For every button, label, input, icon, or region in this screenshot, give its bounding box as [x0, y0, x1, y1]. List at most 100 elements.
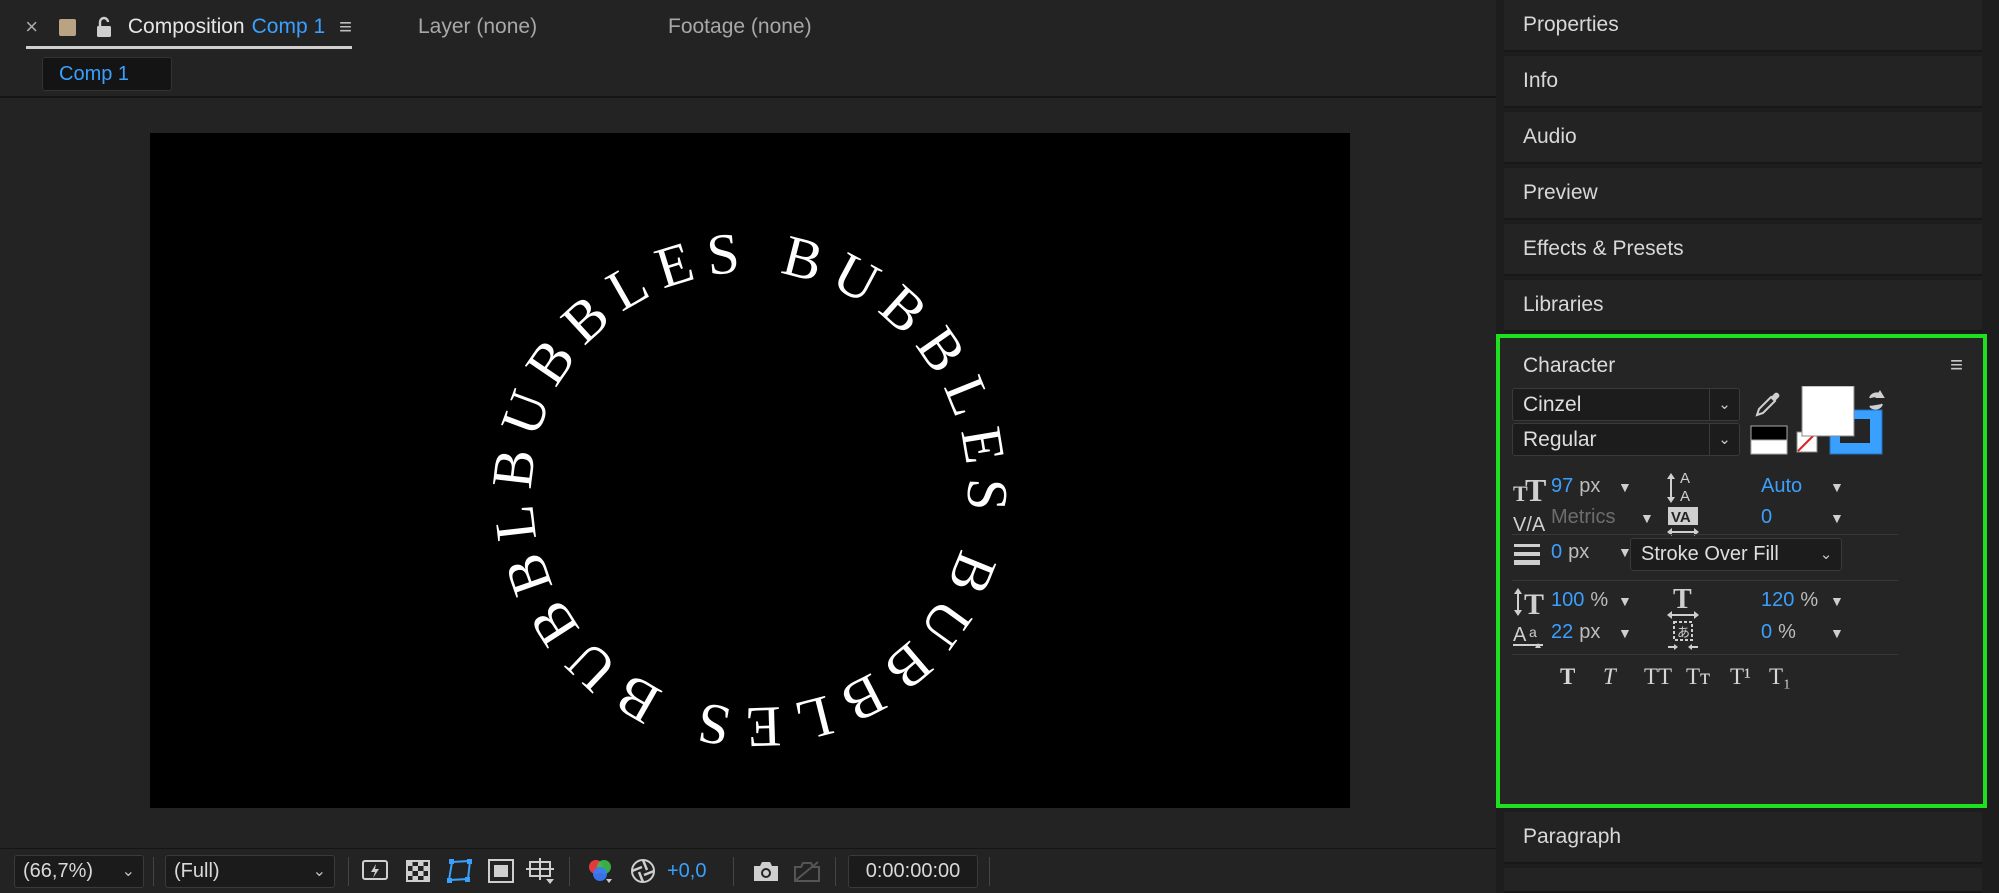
- font-size-value: 97: [1551, 475, 1574, 497]
- channel-rgb-icon[interactable]: [585, 857, 615, 885]
- tsume-value: 0: [1761, 621, 1773, 643]
- show-snapshot-icon[interactable]: [792, 857, 822, 885]
- small-caps-button[interactable]: Tт: [1686, 664, 1710, 690]
- composition-viewer[interactable]: BUBBLES BUBBLES BUBBLES BUBBLES: [6, 100, 1492, 848]
- panel-menu-icon[interactable]: ≡: [1950, 352, 1963, 378]
- current-time-display[interactable]: 0:00:00:00: [848, 855, 978, 888]
- panel-properties[interactable]: Properties: [1504, 0, 1982, 52]
- viewer-footer-toolbar: (66,7%) ⌄ (Full) ⌄ +0,0 0:00:00:00: [0, 848, 1496, 893]
- baseline-shift-dropdown-arrow[interactable]: ▼: [1618, 625, 1632, 641]
- subscript-button[interactable]: T₁: [1769, 664, 1791, 690]
- magnification-dropdown[interactable]: (66,7%) ⌄: [14, 855, 144, 888]
- kerning-value: Metrics: [1551, 506, 1616, 528]
- tsume-unit: %: [1778, 621, 1796, 643]
- region-of-interest-icon[interactable]: [486, 857, 516, 885]
- font-style-dropdown[interactable]: Regular ⌄: [1512, 423, 1740, 456]
- svg-text:A: A: [1680, 488, 1690, 505]
- grid-guide-options-icon[interactable]: [526, 857, 556, 885]
- tab-layer[interactable]: Layer (none): [418, 12, 537, 42]
- faux-italic-button[interactable]: T: [1603, 664, 1616, 690]
- divider: [348, 857, 349, 886]
- stroke-style-value: Stroke Over Fill: [1641, 543, 1779, 565]
- exposure-value[interactable]: +0,0: [667, 857, 706, 885]
- tracking-dropdown-arrow[interactable]: ▼: [1830, 510, 1844, 526]
- tsume-dropdown-arrow[interactable]: ▼: [1830, 625, 1844, 641]
- font-size-field[interactable]: 97 px: [1551, 475, 1600, 498]
- divider: [1512, 534, 1898, 535]
- snapshot-camera-icon[interactable]: [751, 857, 781, 885]
- faux-bold-button[interactable]: T: [1560, 664, 1575, 690]
- stroke-width-field[interactable]: 0 px: [1551, 541, 1589, 564]
- svg-text:VA: VA: [1671, 509, 1691, 526]
- tracking-field[interactable]: 0: [1761, 506, 1772, 529]
- panel-libraries[interactable]: Libraries: [1504, 280, 1982, 332]
- panel-preview[interactable]: Preview: [1504, 168, 1982, 220]
- font-size-icon: TT: [1512, 471, 1548, 507]
- chevron-down-icon: ⌄: [121, 863, 135, 880]
- panel-tracker-partial[interactable]: [1504, 868, 1982, 893]
- font-size-unit: px: [1579, 475, 1601, 497]
- svg-text:A: A: [1680, 470, 1690, 487]
- kerning-field[interactable]: Metrics: [1551, 506, 1615, 529]
- tracking-value: 0: [1761, 506, 1773, 528]
- font-size-dropdown-arrow[interactable]: ▼: [1618, 479, 1632, 495]
- circular-text-layer[interactable]: BUBBLES BUBBLES BUBBLES BUBBLES: [150, 133, 1350, 808]
- vertical-scale-field[interactable]: 100%: [1551, 589, 1608, 612]
- panel-info[interactable]: Info: [1504, 56, 1982, 108]
- subtab-comp-1[interactable]: Comp 1: [42, 57, 172, 91]
- font-style-value: Regular: [1523, 428, 1597, 451]
- hamburger-menu-icon[interactable]: ≡: [339, 14, 352, 40]
- active-tab-underline: [26, 46, 352, 49]
- chevron-down-icon: ⌄: [312, 863, 326, 880]
- bubbles-text[interactable]: BUBBLES BUBBLES BUBBLES BUBBLES: [150, 133, 1021, 761]
- close-icon[interactable]: ×: [22, 14, 41, 40]
- panel-audio[interactable]: Audio: [1504, 112, 1982, 164]
- reset-exposure-icon[interactable]: [628, 857, 658, 885]
- superscript-button[interactable]: T¹: [1730, 664, 1751, 690]
- horizontal-scale-field[interactable]: 120%: [1761, 589, 1818, 612]
- fast-previews-icon[interactable]: [360, 857, 390, 885]
- svg-text:A: A: [1513, 624, 1527, 646]
- composition-canvas[interactable]: BUBBLES BUBBLES BUBBLES BUBBLES: [150, 133, 1350, 808]
- no-fill-stroke-swatch[interactable]: [1750, 425, 1788, 455]
- resolution-value: (Full): [174, 860, 220, 882]
- vertical-scale-unit: %: [1590, 589, 1609, 611]
- composition-panel: × Composition Comp 1 ≡ Layer (none) Foot…: [0, 0, 1496, 893]
- all-caps-button[interactable]: TT: [1644, 664, 1672, 690]
- unlock-icon[interactable]: [94, 16, 114, 38]
- leading-icon: AA: [1665, 466, 1701, 506]
- horizontal-scale-dropdown-arrow[interactable]: ▼: [1830, 593, 1844, 609]
- chevron-down-icon: ⌄: [1709, 389, 1739, 420]
- chevron-down-icon: ⌄: [1819, 546, 1833, 563]
- svg-text:a: a: [1529, 624, 1537, 640]
- kerning-dropdown-arrow[interactable]: ▼: [1640, 510, 1654, 526]
- stroke-width-icon: [1512, 539, 1542, 569]
- fill-stroke-color-swatches[interactable]: [1800, 386, 1892, 458]
- divider: [569, 857, 570, 886]
- eyedropper-icon[interactable]: [1750, 386, 1786, 422]
- transparency-grid-icon[interactable]: [403, 857, 433, 885]
- chevron-down-icon: ⌄: [1709, 424, 1739, 455]
- baseline-shift-unit: px: [1579, 621, 1601, 643]
- leading-field[interactable]: Auto: [1761, 475, 1802, 498]
- leading-dropdown-arrow[interactable]: ▼: [1830, 479, 1844, 495]
- tab-footage[interactable]: Footage (none): [668, 12, 812, 42]
- character-panel-title: Character: [1523, 354, 1616, 377]
- panel-effects-presets[interactable]: Effects & Presets: [1504, 224, 1982, 276]
- composition-subtab-bar: Comp 1: [0, 52, 1496, 98]
- composition-tab-bar: × Composition Comp 1 ≡ Layer (none) Foot…: [0, 0, 1496, 52]
- resolution-dropdown[interactable]: (Full) ⌄: [165, 855, 335, 888]
- tsume-icon: あ: [1665, 618, 1701, 652]
- stroke-style-dropdown[interactable]: Stroke Over Fill ⌄: [1630, 538, 1842, 571]
- character-panel: Character ≡ Cinzel ⌄ Regular ⌄ TT 97 px ▼…: [1496, 334, 1987, 808]
- font-family-dropdown[interactable]: Cinzel ⌄: [1512, 388, 1740, 421]
- vertical-scale-dropdown-arrow[interactable]: ▼: [1618, 593, 1632, 609]
- mask-path-visibility-icon[interactable]: [445, 857, 475, 885]
- baseline-shift-field[interactable]: 22 px: [1551, 621, 1600, 644]
- panel-paragraph[interactable]: Paragraph: [1504, 812, 1982, 864]
- bubbles-textpath: BUBBLES BUBBLES BUBBLES BUBBLES: [150, 133, 1009, 761]
- tab-composition[interactable]: × Composition Comp 1 ≡: [22, 12, 352, 49]
- svg-text:T: T: [1524, 588, 1544, 618]
- tsume-field[interactable]: 0%: [1761, 621, 1796, 644]
- svg-text:あ: あ: [1677, 625, 1690, 640]
